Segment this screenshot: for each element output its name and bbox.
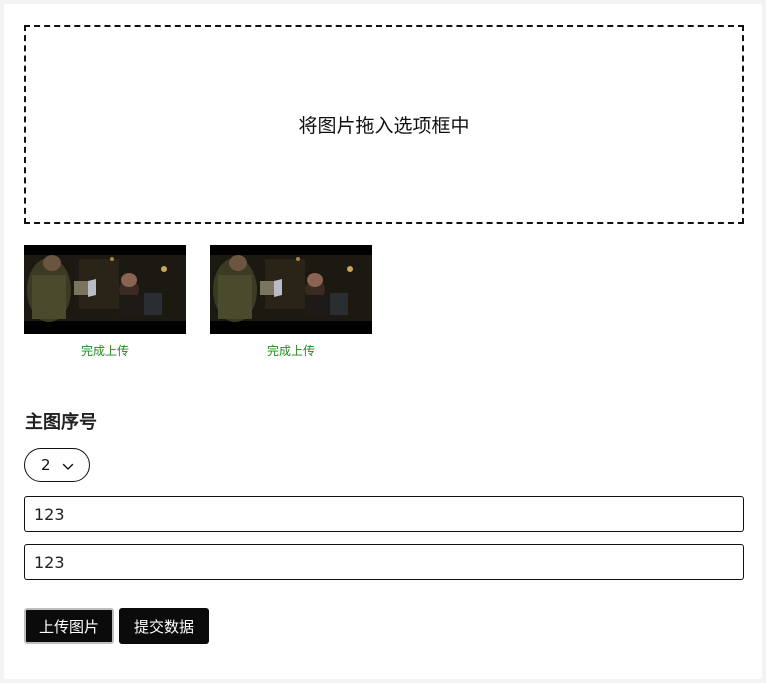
upload-status-label: 完成上传	[266, 344, 315, 358]
upload-card: 将图片拖入选项框中 完成上传 完成上传 主图序号 2 123 123 上传图片 …	[4, 4, 762, 679]
text-input-2[interactable]	[24, 544, 744, 580]
thumbnail-item[interactable]: 完成上传	[24, 245, 186, 359]
main-image-index-select[interactable]: 2	[24, 448, 90, 482]
text-input-1[interactable]	[24, 496, 744, 532]
select-value: 2	[41, 456, 51, 474]
thumbnail-list: 完成上传 完成上传	[24, 245, 372, 359]
dropzone-label: 将图片拖入选项框中	[298, 115, 470, 137]
chevron-down-icon	[62, 459, 74, 471]
thumbnail-image	[210, 245, 372, 334]
submit-data-button[interactable]: 提交数据	[119, 608, 209, 644]
upload-status-label: 完成上传	[80, 344, 129, 358]
upload-image-button[interactable]: 上传图片	[24, 608, 114, 644]
thumbnail-item[interactable]: 完成上传	[210, 245, 372, 359]
thumbnail-image	[24, 245, 186, 334]
main-image-index-title: 主图序号	[25, 412, 97, 433]
image-dropzone[interactable]: 将图片拖入选项框中	[24, 25, 744, 224]
